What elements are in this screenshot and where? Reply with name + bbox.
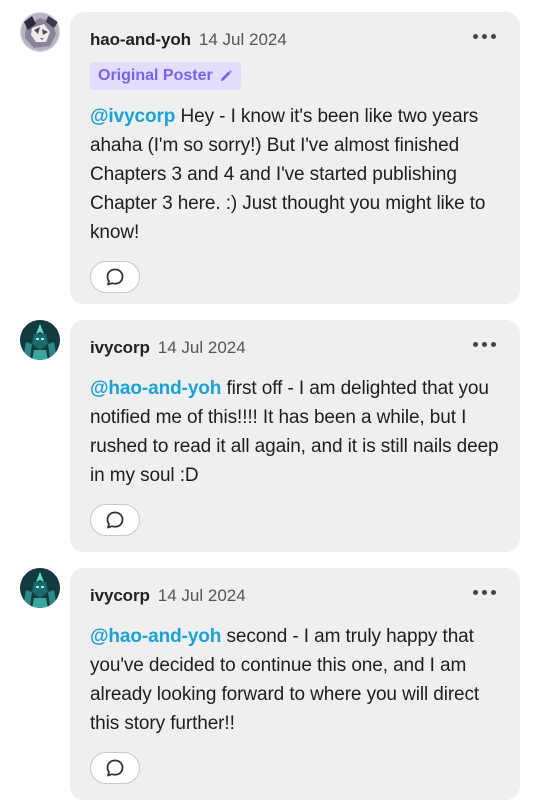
comment-date: 14 Jul 2024 [157,338,246,357]
comment-bubble-icon [106,511,124,529]
comment-username[interactable]: ivycorp [90,586,150,606]
avatar-ivycorp[interactable] [20,320,60,360]
comment-bubble: ivycorp 14 Jul 2024 @hao-and-yoh second … [70,568,520,800]
more-options-icon[interactable] [473,590,496,595]
comment-bubble: hao-and-yoh 14 Jul 2024 Original Poster … [70,12,520,304]
comment-bubble-icon [106,268,124,286]
badge-label: Original Poster [98,67,213,84]
comment-header: ivycorp 14 Jul 2024 [90,586,500,610]
avatar-hao-and-yoh[interactable] [20,12,60,52]
comment-username[interactable]: ivycorp [90,338,150,358]
more-options-icon[interactable] [473,342,496,347]
anime-character-avatar-icon [20,12,60,52]
comment-header: hao-and-yoh 14 Jul 2024 [90,30,500,54]
mention-link[interactable]: @ivycorp [90,106,175,127]
original-poster-badge: Original Poster [90,62,241,90]
reply-button[interactable] [90,261,140,293]
comment-date: 14 Jul 2024 [157,586,246,605]
comment-date: 14 Jul 2024 [198,30,287,49]
cyber-character-avatar-icon [20,320,60,360]
comment-thread: hao-and-yoh 14 Jul 2024 Original Poster … [0,0,540,810]
reply-button[interactable] [90,504,140,536]
comment-bubble-icon [106,759,124,777]
mention-link[interactable]: @hao-and-yoh [90,626,221,647]
mention-link[interactable]: @hao-and-yoh [90,378,221,399]
comment-text: @ivycorp Hey - I know it's been like two… [90,102,500,247]
comment-username[interactable]: hao-and-yoh [90,30,191,50]
reply-button[interactable] [90,752,140,784]
comment-bubble: ivycorp 14 Jul 2024 @hao-and-yoh first o… [70,320,520,552]
comment-header: ivycorp 14 Jul 2024 [90,338,500,362]
cyber-character-avatar-icon [20,568,60,608]
comment-text: @hao-and-yoh first off - I am delighted … [90,374,500,490]
more-options-icon[interactable] [473,34,496,39]
comment-text: @hao-and-yoh second - I am truly happy t… [90,622,500,738]
avatar-ivycorp[interactable] [20,568,60,608]
pencil-icon [220,70,232,81]
